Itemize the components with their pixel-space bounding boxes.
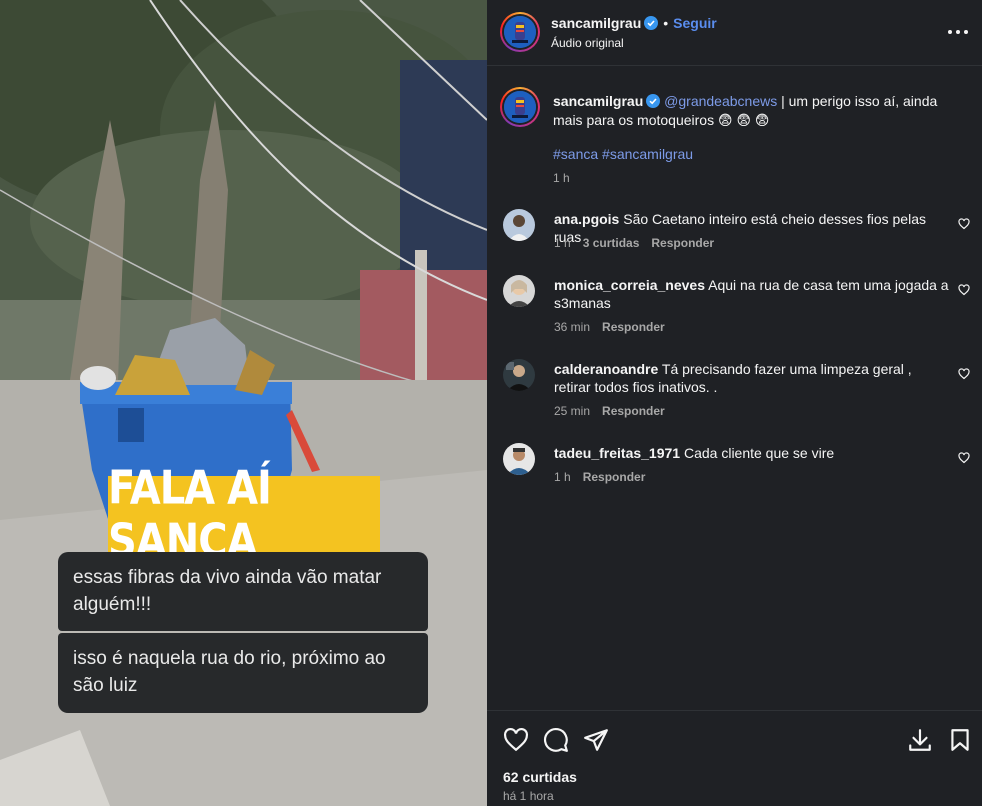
video-title-banner: FALA AÍ SANCA (108, 462, 380, 568)
author-username[interactable]: sancamilgrau (551, 15, 641, 31)
reply-button[interactable]: Responder (583, 470, 646, 484)
like-comment-heart-icon[interactable] (958, 368, 970, 380)
like-comment-heart-icon[interactable] (958, 218, 970, 230)
post-header: sancamilgrau • Seguir Áudio original (487, 0, 982, 66)
comment-meta: 25 min Responder (554, 404, 665, 418)
caption-username[interactable]: sancamilgrau (553, 93, 643, 109)
comment-text: Cada cliente que se vire (683, 445, 835, 461)
video-player[interactable]: FALA AÍ SANCA essas fibras da vivo ainda… (0, 0, 487, 806)
reel-viewer: FALA AÍ SANCA essas fibras da vivo ainda… (0, 0, 982, 806)
comment-username[interactable]: monica_correia_neves (554, 277, 705, 293)
bookmark-icon[interactable] (947, 727, 973, 753)
comment-icon[interactable] (543, 727, 569, 753)
comment-meta: 36 min Responder (554, 320, 665, 334)
audio-label[interactable]: Áudio original (551, 36, 624, 50)
comment-username[interactable]: tadeu_freitas_1971 (554, 445, 680, 461)
likes-count[interactable]: 62 curtidas (503, 769, 577, 785)
download-icon[interactable] (907, 727, 933, 753)
caption-mention-link[interactable]: @grandeabcnews (664, 93, 777, 109)
like-comment-heart-icon[interactable] (958, 452, 970, 464)
author-line: sancamilgrau • Seguir (551, 15, 717, 33)
commenter-avatar[interactable] (503, 359, 535, 391)
commenter-avatar[interactable] (503, 209, 535, 241)
comment-time: 25 min (554, 404, 591, 418)
comment-body: monica_correia_neves Aqui na rua de casa… (554, 276, 949, 312)
separator-dot: • (663, 15, 669, 31)
comment-body: calderanoandre Tá precisando fazer uma l… (554, 360, 949, 396)
reply-button[interactable]: Responder (651, 236, 714, 250)
like-comment-heart-icon[interactable] (958, 284, 970, 296)
verified-badge-icon (644, 16, 659, 30)
comment-username[interactable]: ana.pgois (554, 211, 619, 227)
reply-button[interactable]: Responder (602, 320, 665, 334)
comment-meta: 1 h 3 curtidas Responder (554, 236, 714, 250)
comment-likes-button[interactable]: 3 curtidas (583, 236, 640, 250)
author-avatar[interactable] (500, 12, 540, 52)
caption-timestamp: 1 h (553, 171, 570, 185)
comment-body: tadeu_freitas_1971 Cada cliente que se v… (554, 444, 949, 462)
caption: sancamilgrau @grandeabcnews | um perigo … (553, 92, 963, 130)
comment-time: 1 h (554, 236, 571, 250)
chat-message-bubble: essas fibras da vivo ainda vão matar alg… (58, 552, 428, 631)
comment-time: 36 min (554, 320, 591, 334)
chat-message-bubble: isso é naquela rua do rio, próximo ao sã… (58, 633, 428, 713)
more-options-icon[interactable] (948, 22, 968, 42)
caption-hashtags[interactable]: #sanca #sancamilgrau (553, 146, 693, 162)
comment-username[interactable]: calderanoandre (554, 361, 658, 377)
caption-author-avatar[interactable] (500, 87, 540, 127)
post-timestamp: há 1 hora (503, 789, 554, 803)
heart-icon[interactable] (503, 727, 529, 753)
verified-badge-icon (646, 94, 661, 108)
post-side-panel: sancamilgrau • Seguir Áudio original sanca… (487, 0, 982, 806)
commenter-avatar[interactable] (503, 275, 535, 307)
commenter-avatar[interactable] (503, 443, 535, 475)
reply-button[interactable]: Responder (602, 404, 665, 418)
follow-button[interactable]: Seguir (673, 15, 717, 31)
share-icon[interactable] (583, 727, 609, 753)
comment-meta: 1 h Responder (554, 470, 645, 484)
comment-time: 1 h (554, 470, 571, 484)
post-actions-bar: 62 curtidas há 1 hora (487, 710, 982, 806)
